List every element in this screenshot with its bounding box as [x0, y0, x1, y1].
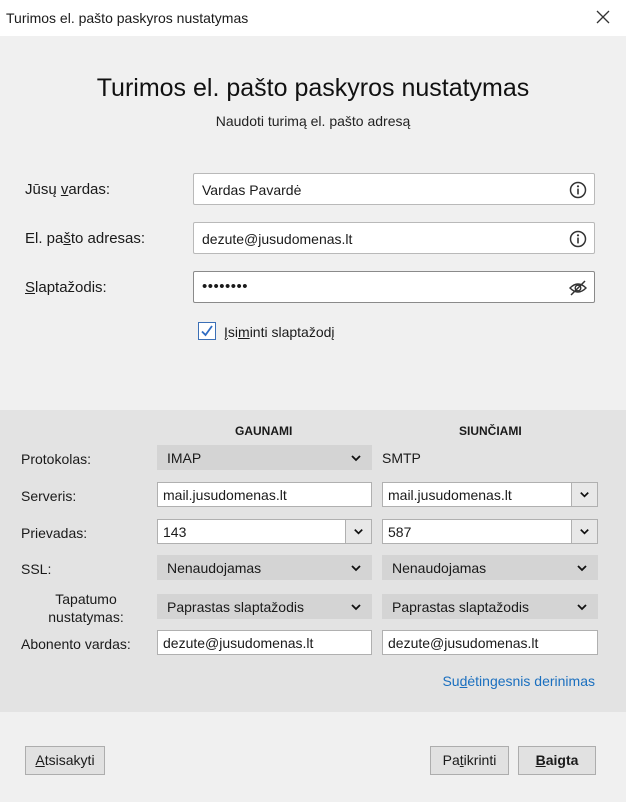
auth-label: Tapatumo nustatymas:: [48, 591, 124, 625]
advanced-config-link[interactable]: Sudėtingesnis derinimas: [442, 673, 595, 689]
checkmark-icon: [201, 325, 213, 337]
remember-password-label[interactable]: Įsiminti slaptažodį: [224, 324, 335, 340]
chevron-down-icon: [577, 565, 587, 572]
outgoing-protocol: SMTP: [382, 450, 421, 466]
outgoing-port-combobox[interactable]: 587: [382, 519, 598, 544]
username-label: Abonento vardas:: [21, 636, 131, 652]
server-label: Serveris:: [21, 488, 77, 504]
chevron-down-icon: [351, 455, 361, 462]
chevron-down-icon: [580, 529, 589, 535]
outgoing-header: SIUNČIAMI: [459, 424, 522, 438]
page-title: Turimos el. pašto paskyros nustatymas: [96, 74, 530, 102]
email-label: El. pašto adresas:: [25, 230, 146, 247]
port-label: Prievadas:: [21, 525, 88, 541]
info-icon[interactable]: [568, 229, 588, 249]
outgoing-username-input[interactable]: dezute@jusudomenas.lt: [382, 630, 598, 655]
name-field[interactable]: Vardas Pavardė: [193, 173, 595, 205]
outgoing-server-dropdown-button[interactable]: [571, 483, 597, 506]
window-title: Turimos el. pašto paskyros nustatymas: [6, 10, 249, 26]
password-label: Slaptažodis:: [25, 279, 107, 296]
chevron-down-icon: [354, 529, 363, 535]
close-icon[interactable]: [594, 8, 612, 26]
chevron-down-icon: [351, 565, 361, 572]
password-field[interactable]: ••••••••: [193, 271, 595, 303]
chevron-down-icon: [580, 492, 589, 498]
chevron-down-icon: [577, 604, 587, 611]
done-button[interactable]: Baigta: [518, 746, 596, 775]
page-subtitle: Naudoti turimą el. pašto adresą: [215, 113, 411, 129]
incoming-ssl-select[interactable]: Nenaudojamas: [157, 555, 372, 580]
outgoing-port-dropdown-button[interactable]: [571, 520, 597, 543]
name-value: Vardas Pavardė: [202, 182, 302, 198]
email-value: dezute@jusudomenas.lt: [202, 231, 353, 247]
retest-button[interactable]: Patikrinti: [430, 746, 509, 775]
incoming-username-input[interactable]: dezute@jusudomenas.lt: [157, 630, 372, 655]
incoming-auth-select[interactable]: Paprastas slaptažodis: [157, 594, 372, 619]
outgoing-ssl-select[interactable]: Nenaudojamas: [382, 555, 598, 580]
protocol-label: Protokolas:: [21, 451, 92, 467]
eye-slash-icon[interactable]: [568, 278, 588, 298]
chevron-down-icon: [351, 604, 361, 611]
incoming-server-input[interactable]: mail.jusudomenas.lt: [157, 482, 372, 507]
ssl-label: SSL:: [21, 561, 52, 577]
info-icon[interactable]: [568, 180, 588, 200]
email-field[interactable]: dezute@jusudomenas.lt: [193, 222, 595, 254]
incoming-port-dropdown-button[interactable]: [345, 520, 371, 543]
name-label: Jūsų vardas:: [25, 181, 111, 198]
incoming-protocol-select[interactable]: IMAP: [157, 445, 372, 470]
incoming-header: GAUNAMI: [235, 424, 293, 438]
cancel-button[interactable]: Atsisakyti: [25, 746, 105, 775]
password-value: ••••••••: [202, 278, 249, 295]
remember-password-checkbox[interactable]: [198, 322, 216, 340]
outgoing-auth-select[interactable]: Paprastas slaptažodis: [382, 594, 598, 619]
outgoing-server-combobox[interactable]: mail.jusudomenas.lt: [382, 482, 598, 507]
title-bar: Turimos el. pašto paskyros nustatymas: [0, 0, 626, 36]
incoming-port-combobox[interactable]: 143: [157, 519, 372, 544]
